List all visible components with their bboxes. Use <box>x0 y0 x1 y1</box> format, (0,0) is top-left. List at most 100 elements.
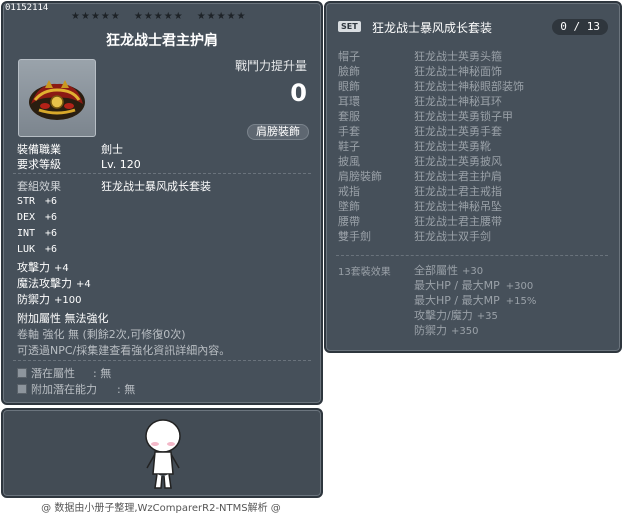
add-potential-sep: : <box>117 383 121 396</box>
star-icon: ★ <box>133 11 143 22</box>
add-potential-label: 附加潛在能力 <box>31 383 97 396</box>
set-item-row: 臉飾 狂龙战士神秘面饰 <box>338 64 524 79</box>
potential-sep: : <box>93 367 97 380</box>
item-id: 01152114 <box>5 3 49 13</box>
potential-label: 潛在屬性 <box>31 367 75 380</box>
star-force-rating: ★ ★ ★ ★ ★ ★ ★ ★ ★ ★ ★ ★ ★ ★ ★ <box>71 11 246 22</box>
star-group: ★ ★ ★ ★ ★ <box>197 11 246 22</box>
stat-row-magic-attack: 魔法攻擊力 +4 <box>17 275 91 291</box>
star-icon: ★ <box>90 11 100 22</box>
potential-icon <box>17 368 27 378</box>
set-title: 狂龙战士暴风成长套装 <box>372 21 493 35</box>
set-bonus-row: 防禦力 +350 <box>414 323 536 338</box>
star-icon: ★ <box>143 11 153 22</box>
star-icon: ★ <box>173 11 183 22</box>
stat-label: LUK <box>17 244 36 255</box>
stat-value: +6 <box>45 212 58 223</box>
set-bonus-row: 攻擊力/魔力 +35 <box>414 308 536 323</box>
star-icon: ★ <box>163 11 173 22</box>
set-item-name: 狂龙战士神秘眼部装饰 <box>414 80 524 93</box>
stat-value: +6 <box>45 196 58 207</box>
set-item-row: 肩膀裝飾 狂龙战士君主护肩 <box>338 169 524 184</box>
set-item-slot: 耳環 <box>338 95 360 108</box>
bonus-label: 最大HP / 最大MP <box>414 294 500 307</box>
bonus-value: +30 <box>462 266 484 277</box>
potential-value: 無 <box>100 367 112 380</box>
item-tooltip-panel: 01152114 ★ ★ ★ ★ ★ ★ ★ ★ ★ ★ ★ ★ ★ ★ ★ 狂龙战士君主护肩 戰鬥力提… <box>1 1 323 405</box>
set-bonus-row: 最大HP / 最大MP +15% <box>414 293 536 308</box>
slot-badge: 肩膀裝飾 <box>247 124 309 140</box>
set-item-slot: 雙手劍 <box>338 230 371 243</box>
stat-row-dex: DEX +6 <box>17 212 57 223</box>
add-potential-value: 無 <box>124 383 136 396</box>
set-item-slot: 臉飾 <box>338 65 360 78</box>
add-potential-icon <box>17 384 27 394</box>
set-item-slot: 墜飾 <box>338 200 360 213</box>
req-level-value: Lv. 120 <box>101 158 141 171</box>
bonus-label: 全部屬性 <box>414 264 458 277</box>
set-effect-row: 套組效果 狂龙战士暴风成长套装 <box>17 178 211 194</box>
character-preview-panel <box>1 408 323 498</box>
set-item-name: 狂龙战士神秘耳环 <box>414 95 502 108</box>
star-icon: ★ <box>100 11 110 22</box>
item-name: 狂龙战士君主护肩 <box>106 33 218 49</box>
stat-row-attack: 攻擊力 +4 <box>17 259 69 275</box>
star-group: ★ ★ ★ ★ ★ <box>71 11 120 22</box>
set-item-name: 狂龙战士神秘吊坠 <box>414 200 502 213</box>
set-info-panel: SET 狂龙战士暴风成长套装 0 / 13 帽子 狂龙战士英勇头箍 臉飾 狂龙战士神… <box>324 1 622 353</box>
stat-label: 防禦力 <box>17 293 50 306</box>
stat-label: DEX <box>17 212 36 223</box>
req-level-label: 要求等級 <box>17 158 61 171</box>
set-item-slot: 披風 <box>338 155 360 168</box>
bonus-value: +300 <box>505 281 534 292</box>
set-bonus-heading: 13套裝效果 <box>338 267 391 278</box>
set-item-row: 耳環 狂龙战士神秘耳环 <box>338 94 524 109</box>
bonus-label: 防禦力 <box>414 324 447 337</box>
star-icon: ★ <box>216 11 226 22</box>
item-icon-frame <box>18 59 96 137</box>
extra-attr-line: 附加屬性 無法強化 <box>17 312 109 325</box>
star-icon: ★ <box>71 11 80 22</box>
set-item-row: 帽子 狂龙战士英勇头箍 <box>338 49 524 64</box>
divider <box>13 360 311 361</box>
set-item-name: 狂龙战士双手剑 <box>414 230 491 243</box>
credit-footer: @ 数据由小册子整理,WzComparerR2-NTMS解析 @ <box>41 503 281 514</box>
star-icon: ★ <box>153 11 163 22</box>
set-item-name: 狂龙战士英勇靴 <box>414 140 491 153</box>
star-icon: ★ <box>196 11 206 22</box>
character-preview-icon <box>145 419 181 489</box>
star-icon: ★ <box>226 11 236 22</box>
divider <box>336 255 608 256</box>
req-job-label: 裝備職業 <box>17 143 61 156</box>
stat-label: INT <box>17 228 36 239</box>
stat-row-defense: 防禦力 +100 <box>17 291 81 307</box>
set-bonus-row: 全部屬性 +30 <box>414 263 536 278</box>
bonus-label: 最大HP / 最大MP <box>414 279 500 292</box>
set-item-slot: 鞋子 <box>338 140 360 153</box>
set-item-row: 披風 狂龙战士英勇披风 <box>338 154 524 169</box>
stat-value: +100 <box>54 295 82 306</box>
potential-row: 潛在屬性: 無 <box>17 365 111 381</box>
set-item-name: 狂龙战士君主戒指 <box>414 185 502 198</box>
set-item-row: 手套 狂龙战士英勇手套 <box>338 124 524 139</box>
set-bonus-row: 最大HP / 最大MP +300 <box>414 278 536 293</box>
stat-row-int: INT +6 <box>17 228 57 239</box>
stat-value: +6 <box>45 244 58 255</box>
set-item-row: 鞋子 狂龙战士英勇靴 <box>338 139 524 154</box>
divider <box>13 173 311 174</box>
set-item-slot: 套服 <box>338 110 360 123</box>
set-item-row: 墜飾 狂龙战士神秘吊坠 <box>338 199 524 214</box>
stat-label: 攻擊力 <box>17 261 50 274</box>
star-icon: ★ <box>206 11 216 22</box>
set-item-name: 狂龙战士英勇锁子甲 <box>414 110 513 123</box>
req-job-value: 劍士 <box>101 143 123 156</box>
stat-row-str: STR +6 <box>17 196 57 207</box>
stat-label: 魔法攻擊力 <box>17 277 72 290</box>
scroll-info-line: 卷軸 強化 無 (剩餘2次,可修復0次) <box>17 328 186 341</box>
set-item-slot: 眼飾 <box>338 80 360 93</box>
star-group: ★ ★ ★ ★ ★ <box>134 11 183 22</box>
stat-label: STR <box>17 196 36 207</box>
set-item-slot: 手套 <box>338 125 360 138</box>
set-item-slot: 帽子 <box>338 50 360 63</box>
set-item-row: 套服 狂龙战士英勇锁子甲 <box>338 109 524 124</box>
